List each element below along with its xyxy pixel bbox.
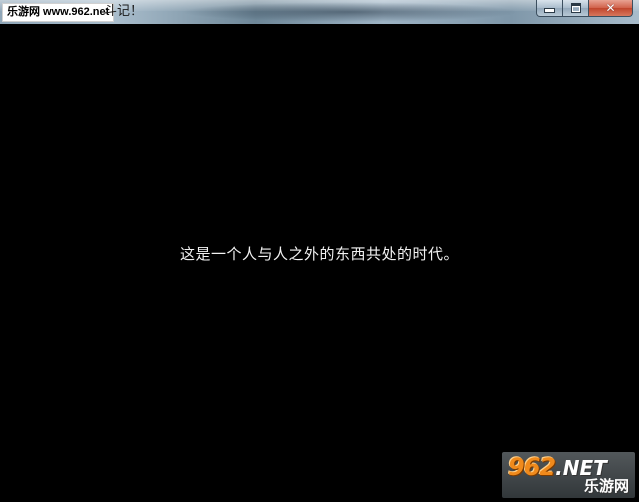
logo-number: 962 — [508, 453, 556, 481]
minimize-button[interactable] — [536, 0, 563, 17]
window-title: 斗记！ — [104, 4, 144, 19]
game-window: 乐游网 www.962.net 斗记！ ✕ 这是一个人与人之外的东西共处的时代。… — [0, 0, 639, 502]
title-bar-shade — [180, 2, 520, 22]
title-bar[interactable]: 乐游网 www.962.net 斗记！ ✕ — [0, 0, 639, 24]
maximize-button[interactable] — [563, 0, 589, 17]
minimize-icon — [544, 8, 555, 13]
close-icon: ✕ — [605, 1, 616, 15]
maximize-icon — [570, 3, 581, 13]
window-controls: ✕ — [536, 0, 633, 17]
title-watermark: 乐游网 www.962.net — [2, 3, 115, 22]
close-button[interactable]: ✕ — [589, 0, 633, 17]
story-dialogue-text: 这是一个人与人之外的东西共处的时代。 — [179, 245, 459, 263]
site-logo-watermark: 962.NET 乐游网 — [502, 452, 635, 498]
logo-subtitle: 乐游网 — [583, 477, 629, 495]
game-screen[interactable]: 这是一个人与人之外的东西共处的时代。 962.NET 乐游网 — [0, 24, 639, 502]
